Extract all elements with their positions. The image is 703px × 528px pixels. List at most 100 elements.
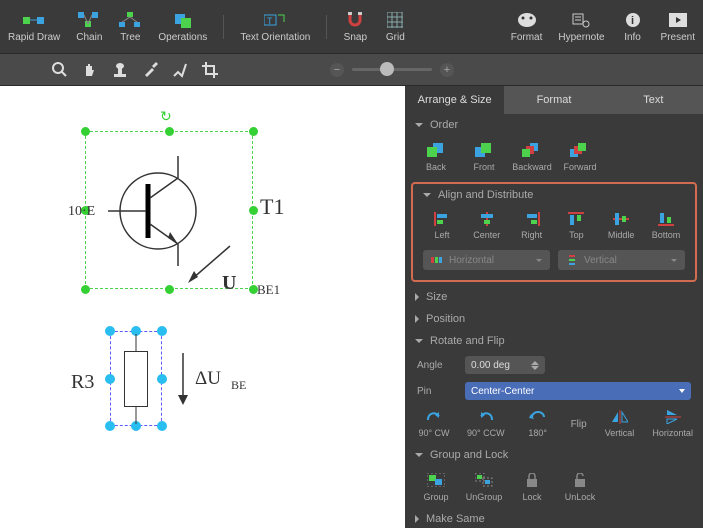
text-orientation-button[interactable]: T Text Orientation (240, 11, 310, 43)
order-back-button[interactable]: Back (415, 142, 457, 172)
align-middle-button[interactable]: Middle (602, 212, 640, 240)
format-button[interactable]: Format (511, 11, 543, 43)
hand-icon[interactable] (80, 60, 100, 80)
align-top-button[interactable]: Top (557, 212, 595, 240)
selection-handle[interactable] (249, 127, 258, 136)
order-forward-button[interactable]: Forward (559, 142, 601, 172)
hypernote-icon (569, 11, 593, 29)
flip-vertical-button[interactable]: Vertical (601, 410, 639, 438)
rotate-180-button[interactable]: 180° (519, 410, 557, 438)
tab-format[interactable]: Format (504, 86, 603, 114)
lock-button[interactable]: Lock (511, 472, 553, 502)
selection-handle[interactable] (105, 326, 115, 336)
canvas-label-T1: T1 (260, 194, 284, 220)
tab-arrange[interactable]: Arrange & Size (405, 86, 504, 114)
pin-label: Pin (417, 386, 457, 397)
unlock-button[interactable]: UnLock (559, 472, 601, 502)
grid-icon (383, 11, 407, 29)
tree-icon (118, 11, 142, 29)
ungroup-button[interactable]: UnGroup (463, 472, 505, 502)
align-distribute-group: Align and Distribute Left Center Right T… (411, 182, 697, 282)
text-orientation-icon: T (263, 11, 287, 29)
distribute-horizontal-select[interactable]: Horizontal (423, 250, 550, 270)
canvas-label-DeltaU: ΔU (195, 368, 221, 390)
wire (135, 334, 137, 352)
section-makesame[interactable]: Make Same (405, 508, 703, 528)
align-left-button[interactable]: Left (423, 212, 461, 240)
rotate-90cw-button[interactable]: 90° CW (415, 410, 453, 438)
angle-input[interactable]: 0.00 deg (465, 356, 545, 374)
selection-handle[interactable] (81, 127, 90, 136)
flip-horizontal-button[interactable]: Horizontal (652, 410, 693, 438)
section-rotate[interactable]: Rotate and Flip (405, 330, 703, 352)
svg-text:i: i (631, 15, 634, 27)
section-group[interactable]: Group and Lock (405, 444, 703, 466)
info-button[interactable]: i Info (621, 11, 645, 43)
selection-handle[interactable] (157, 374, 167, 384)
resistor-symbol (124, 351, 148, 407)
canvas-toolbar: − + (0, 54, 703, 86)
selection-handle[interactable] (165, 285, 174, 294)
section-align[interactable]: Align and Distribute (413, 184, 695, 206)
rapid-draw-icon (22, 11, 46, 29)
tab-text[interactable]: Text (604, 86, 703, 114)
chain-icon (77, 11, 101, 29)
canvas-label-10E: 10·E (68, 204, 95, 220)
zoom-in-button[interactable]: + (440, 63, 454, 77)
reload-icon[interactable]: ↻ (160, 108, 172, 125)
selection-handle[interactable] (105, 421, 115, 431)
selection-handle[interactable] (165, 127, 174, 136)
order-backward-button[interactable]: Backward (511, 142, 553, 172)
operations-icon (171, 11, 195, 29)
search-icon[interactable] (50, 60, 70, 80)
hypernote-button[interactable]: Hypernote (558, 11, 604, 43)
align-right-button[interactable]: Right (513, 212, 551, 240)
wire (135, 406, 137, 424)
zoom-out-button[interactable]: − (330, 63, 344, 77)
rapid-draw-button[interactable]: Rapid Draw (8, 11, 60, 43)
canvas-label-R3: R3 (71, 371, 94, 394)
eyedropper-icon[interactable] (140, 60, 160, 80)
zoom-thumb[interactable] (380, 62, 394, 76)
chain-button[interactable]: Chain (76, 11, 102, 43)
selection-handle[interactable] (249, 206, 258, 215)
selection-handle[interactable] (105, 374, 115, 384)
stamp-icon[interactable] (110, 60, 130, 80)
operations-button[interactable]: Operations (158, 11, 207, 43)
zoom-track[interactable] (352, 68, 432, 71)
order-front-button[interactable]: Front (463, 142, 505, 172)
tree-button[interactable]: Tree (118, 11, 142, 43)
info-icon: i (621, 11, 645, 29)
distribute-vertical-select[interactable]: Vertical (558, 250, 685, 270)
section-size[interactable]: Size (405, 286, 703, 308)
svg-text:T: T (267, 16, 273, 26)
snap-icon (343, 11, 367, 29)
canvas[interactable]: ↻ 10·E T1 U BE1 (0, 86, 405, 528)
group-button[interactable]: Group (415, 472, 457, 502)
brush-icon[interactable] (170, 60, 190, 80)
present-button[interactable]: Present (661, 11, 695, 43)
canvas-label-U: U (222, 272, 236, 295)
crop-icon[interactable] (200, 60, 220, 80)
arrow (173, 351, 193, 407)
palette-icon (515, 11, 539, 29)
align-center-button[interactable]: Center (468, 212, 506, 240)
selection-handle[interactable] (157, 326, 167, 336)
pin-select[interactable]: Center-Center (465, 382, 691, 400)
canvas-label-BE1: BE1 (257, 282, 280, 298)
selection-handle[interactable] (81, 285, 90, 294)
section-order[interactable]: Order (405, 114, 703, 136)
angle-label: Angle (417, 360, 457, 371)
grid-button[interactable]: Grid (383, 11, 407, 43)
zoom-slider[interactable]: − + (330, 63, 454, 77)
section-position[interactable]: Position (405, 308, 703, 330)
flip-label: Flip (571, 419, 587, 430)
present-icon (666, 11, 690, 29)
snap-button[interactable]: Snap (343, 11, 367, 43)
inspector-panel: Arrange & Size Format Text Order Back Fr… (405, 86, 703, 528)
canvas-label-BE: BE (231, 378, 246, 393)
align-bottom-button[interactable]: Bottom (647, 212, 685, 240)
top-toolbar: Rapid Draw Chain Tree Operations T Text … (0, 0, 703, 54)
selection-handle[interactable] (157, 421, 167, 431)
rotate-90ccw-button[interactable]: 90° CCW (467, 410, 505, 438)
